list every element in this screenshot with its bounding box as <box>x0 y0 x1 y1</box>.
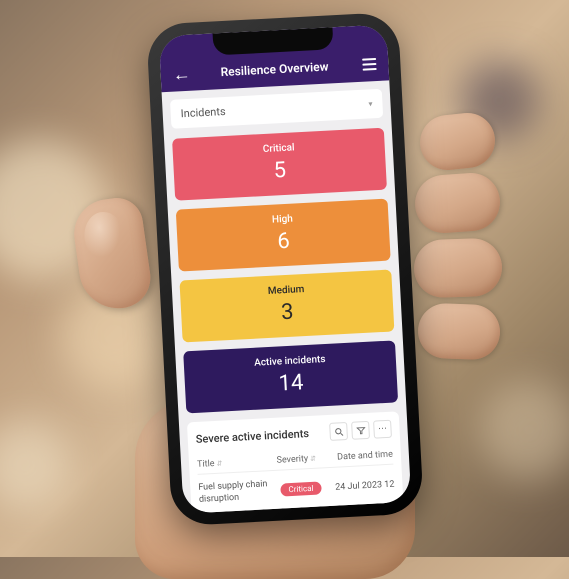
sort-icon: ⇵ <box>309 454 315 462</box>
chevron-down-icon: ▾ <box>368 99 372 108</box>
page-title: Resilience Overview <box>220 59 329 79</box>
phone-frame: ← Resilience Overview Incidents ▾ Critic… <box>148 13 422 523</box>
severity-badge: Critical <box>280 481 322 496</box>
phone-screen: ← Resilience Overview Incidents ▾ Critic… <box>158 24 411 513</box>
row-severity: Critical <box>280 480 335 496</box>
incidents-list-card: Severe active incidents ⋯ Title <box>186 411 404 513</box>
tab-selector[interactable]: Incidents ▾ <box>169 88 382 128</box>
hand-holding-phone: ← Resilience Overview Incidents ▾ Critic… <box>95 19 475 539</box>
list-title: Severe active incidents <box>195 426 309 445</box>
row-date: 23 Oct 2023 0 <box>335 512 395 513</box>
search-icon[interactable] <box>329 422 348 441</box>
stat-value: 14 <box>192 365 389 400</box>
stat-value: 5 <box>181 153 378 188</box>
content-area: Incidents ▾ Critical 5 High 6 Medium 3 A… <box>161 80 411 513</box>
stat-card-medium[interactable]: Medium 3 <box>179 269 394 342</box>
more-icon[interactable]: ⋯ <box>373 419 392 438</box>
column-severity[interactable]: Severity⇵ <box>276 452 332 465</box>
menu-icon[interactable] <box>356 57 377 70</box>
stat-card-high[interactable]: High 6 <box>175 198 390 271</box>
column-title[interactable]: Title⇵ <box>196 455 276 469</box>
filter-icon[interactable] <box>351 420 370 439</box>
sort-icon: ⇵ <box>216 459 222 467</box>
tab-selected-label: Incidents <box>180 104 226 119</box>
back-arrow-icon[interactable]: ← <box>172 63 193 85</box>
stat-card-active[interactable]: Active incidents 14 <box>183 340 398 413</box>
stat-value: 3 <box>188 294 385 329</box>
column-date[interactable]: Date and time <box>331 449 393 462</box>
stat-card-critical[interactable]: Critical 5 <box>172 127 387 200</box>
row-date: 24 Jul 2023 12 <box>334 479 394 492</box>
row-title: Fuel supply chain disruption <box>198 478 281 506</box>
stat-value: 6 <box>185 223 382 258</box>
